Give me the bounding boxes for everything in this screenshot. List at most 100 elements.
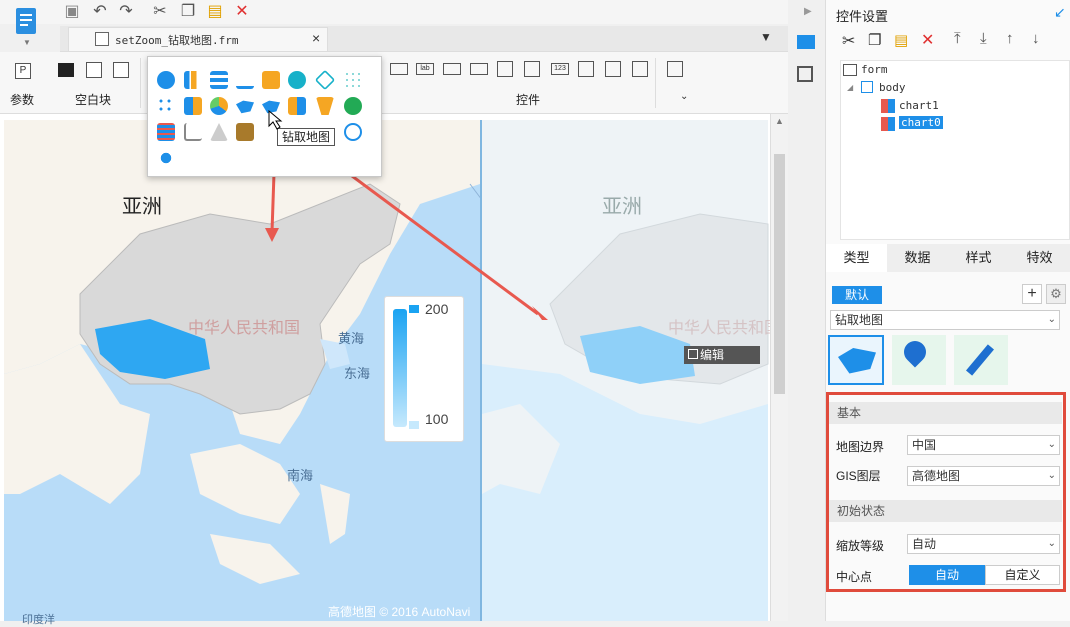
tree-body[interactable]: body (879, 81, 906, 94)
gis-layer-select[interactable]: 高德地图 ⌄ (907, 466, 1060, 486)
tree-chart1[interactable]: chart1 (899, 99, 939, 112)
treemap-chart-icon[interactable] (288, 97, 306, 115)
legend-gradient-bar[interactable] (393, 309, 407, 427)
gis-layer-label: GIS图层 (836, 469, 881, 483)
move-down-icon[interactable]: ↓ (1032, 30, 1040, 47)
save-icon[interactable]: ▣ (62, 2, 82, 22)
panel-delete-icon[interactable]: ✕ (921, 30, 934, 50)
list-control-icon[interactable] (497, 61, 513, 77)
center-custom-button[interactable]: 自定义 (985, 565, 1060, 585)
map-type-point-option[interactable] (892, 335, 946, 385)
combo-chart-icon[interactable] (184, 97, 202, 115)
frame-chart-icon[interactable] (157, 149, 175, 167)
map-type-custom-option[interactable] (954, 335, 1008, 385)
yellow-sea-label: 黄海 (338, 331, 365, 346)
combo-control-icon[interactable] (470, 63, 488, 75)
map-border-select[interactable]: 中国 ⌄ (907, 435, 1060, 455)
tab-data[interactable]: 数据 (887, 244, 948, 272)
logo-menu-caret-icon[interactable]: ▼ (23, 38, 31, 47)
bar-chart-icon[interactable] (184, 71, 202, 89)
tree-chart0[interactable]: chart0 (899, 116, 943, 129)
edit-button[interactable]: 编辑 (684, 346, 760, 364)
radar-chart-icon[interactable] (314, 69, 336, 91)
close-tab-icon[interactable]: × (312, 30, 320, 46)
checkbox-group-control-icon[interactable] (632, 61, 648, 77)
move-bottom-icon[interactable]: ⤓ (980, 30, 987, 47)
table-block-icon[interactable] (113, 62, 129, 78)
word-cloud-chart-icon[interactable] (344, 123, 362, 141)
textarea-control-icon[interactable] (578, 61, 594, 77)
left-map-china-label: 中华人民共和国 (188, 320, 301, 337)
radio-group-control-icon[interactable] (605, 61, 621, 77)
delete-icon[interactable]: ✕ (232, 2, 252, 22)
date-control-icon[interactable] (524, 61, 540, 77)
textbox-control-icon[interactable] (390, 63, 408, 75)
scroll-thumb[interactable] (774, 154, 785, 394)
add-icon[interactable]: + (1022, 284, 1042, 304)
widget-tree: form ◢ body chart1 chart0 (840, 60, 1070, 240)
heatmap-chart-icon[interactable] (236, 123, 254, 141)
param-icon[interactable]: P (15, 63, 31, 79)
paste-icon[interactable]: ▤ (205, 2, 225, 22)
area-chart-icon[interactable] (262, 71, 280, 89)
scatter-chart-icon[interactable] (344, 71, 362, 89)
move-top-icon[interactable]: ⤒ (954, 30, 961, 47)
basic-section-header[interactable]: 基本 (829, 402, 1062, 424)
button-control-icon[interactable] (443, 63, 461, 75)
horizontal-bar-icon[interactable] (210, 71, 228, 89)
chevron-down-icon: ⌄ (1047, 314, 1056, 325)
zoom-level-select[interactable]: 自动 ⌄ (907, 534, 1060, 554)
center-auto-button[interactable]: 自动 (909, 565, 985, 585)
layout-panel-icon[interactable] (797, 66, 813, 82)
tree-form[interactable]: form (861, 63, 888, 76)
tab-type[interactable]: 类型 (826, 244, 887, 272)
map-chart-icon[interactable] (236, 100, 254, 114)
chart-type-select[interactable]: 钻取地图 ⌄ (830, 310, 1060, 330)
app-logo-icon[interactable] (14, 6, 38, 36)
cut-icon[interactable]: ✂ (150, 2, 170, 22)
gauge-chart-icon[interactable] (288, 71, 306, 89)
panel-copy-icon[interactable]: ❐ (868, 31, 881, 49)
gantt-chart-icon[interactable] (157, 123, 175, 141)
file-tab[interactable]: setZoom_钻取地图.frm × (68, 27, 328, 51)
ribbon-divider (655, 58, 656, 108)
panel-cut-icon[interactable]: ✂ (842, 31, 855, 51)
panel-paste-icon[interactable]: ▤ (894, 31, 908, 49)
funnel-chart-icon[interactable] (316, 97, 334, 115)
legend-min-handle[interactable] (409, 421, 419, 429)
tab-effects[interactable]: 特效 (1009, 244, 1070, 272)
bubble-chart-icon[interactable] (157, 97, 175, 115)
tree-expand-icon[interactable]: ◢ (847, 83, 853, 92)
controls-label: 控件 (516, 93, 541, 107)
expand-arrow-icon[interactable]: ▶ (804, 6, 812, 17)
number-control-icon[interactable]: 123 (551, 63, 569, 75)
copy-icon[interactable]: ❐ (178, 2, 198, 22)
legend-max-handle[interactable] (409, 305, 419, 313)
tree-chart-icon[interactable] (210, 123, 228, 141)
chart0-icon (881, 117, 895, 131)
undo-icon[interactable]: ↶ (90, 2, 110, 22)
scroll-up-icon[interactable]: ▲ (775, 116, 784, 126)
search-control-icon[interactable] (667, 61, 683, 77)
redo-icon[interactable]: ↷ (116, 2, 136, 22)
tab-style[interactable]: 样式 (948, 244, 1009, 272)
move-up-icon[interactable]: ↑ (1006, 30, 1014, 47)
globe-chart-icon[interactable] (344, 97, 362, 115)
panel-title: 控件设置 (836, 9, 889, 24)
gear-icon[interactable]: ⚙ (1046, 284, 1066, 304)
panel-collapse-icon[interactable]: ↙ (1054, 4, 1066, 21)
default-button[interactable]: 默认 (832, 286, 882, 304)
layout-block-icon[interactable] (86, 62, 102, 78)
axis-chart-icon[interactable] (184, 123, 202, 141)
pie-chart-icon[interactable] (157, 71, 175, 89)
canvas-scrollbar[interactable]: ▲ (770, 114, 788, 621)
initial-state-section-header[interactable]: 初始状态 (829, 500, 1062, 522)
label-control-icon[interactable]: lab (416, 63, 434, 75)
line-chart-icon[interactable] (236, 71, 254, 89)
map-type-region-option[interactable] (828, 335, 884, 385)
tab-menu-icon[interactable]: ▼ (760, 30, 772, 44)
widget-settings-icon[interactable] (797, 35, 815, 49)
ribbon-expand-icon[interactable]: ⌄ (680, 91, 688, 102)
blank-block-icon[interactable] (58, 63, 74, 77)
donut-chart-icon[interactable] (210, 97, 228, 115)
